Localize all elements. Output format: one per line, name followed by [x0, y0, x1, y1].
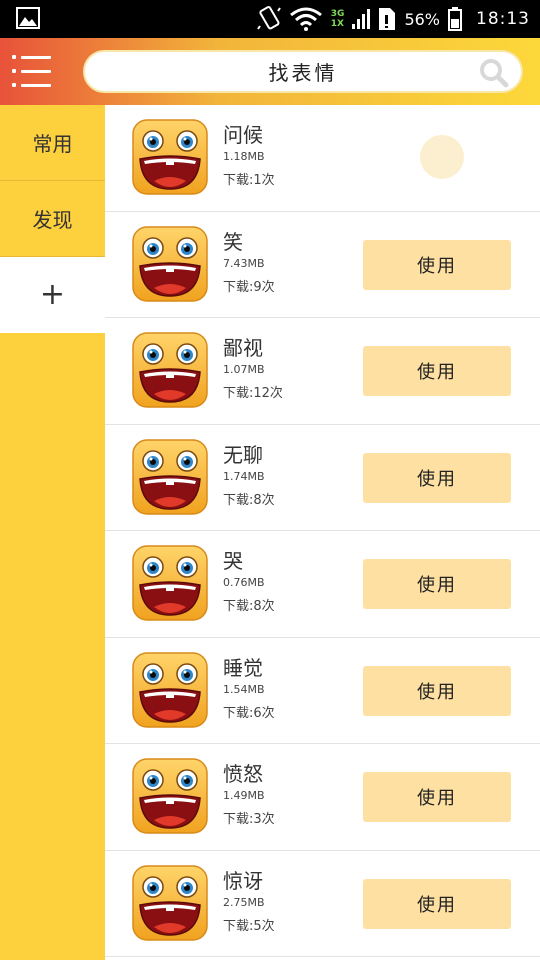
status-icons: 3G 1X 56% 18:13 — [256, 0, 530, 38]
emoji-face-icon — [132, 758, 208, 834]
menu-icon-line — [12, 83, 56, 87]
list-item[interactable]: 鄙视 1.07MB 下载:12次 使用 — [105, 318, 540, 425]
sim-icon — [379, 8, 396, 30]
use-button[interactable]: 使用 — [363, 346, 511, 396]
search-box[interactable]: 找表情 — [83, 50, 523, 93]
item-downloads: 下载:12次 — [223, 386, 283, 401]
emoji-face-icon — [132, 119, 208, 195]
item-size: 1.74MB — [223, 469, 265, 483]
plus-icon: + — [39, 277, 66, 312]
emoji-pack-list: 问候 1.18MB 下载:1次 笑 7.43MB 下载:9次 使用 鄙视 1.0… — [105, 105, 540, 960]
emoji-face-icon — [132, 226, 208, 302]
battery-icon — [448, 7, 462, 31]
network-type-1x: 1X — [330, 19, 344, 29]
item-name: 无聊 — [223, 442, 263, 467]
loading-indicator — [420, 135, 464, 179]
network-type: 3G 1X — [331, 9, 345, 29]
wifi-icon — [289, 7, 322, 31]
menu-icon-line — [12, 55, 56, 59]
list-item[interactable]: 问候 1.18MB 下载:1次 — [105, 105, 540, 212]
list-item[interactable]: 惊讶 2.75MB 下载:5次 使用 — [105, 851, 540, 957]
emoji-face-icon — [132, 545, 208, 621]
item-name: 笑 — [223, 229, 243, 254]
gallery-icon — [16, 7, 40, 29]
signal-icon — [352, 9, 371, 29]
item-name: 鄙视 — [223, 336, 263, 360]
use-button[interactable]: 使用 — [363, 878, 511, 929]
item-downloads: 下载:8次 — [223, 599, 275, 614]
list-item[interactable]: 愤怒 1.49MB 下载:3次 使用 — [105, 744, 540, 851]
search-label: 找表情 — [268, 61, 338, 85]
item-name: 惊讶 — [223, 868, 263, 893]
item-size: 2.75MB — [223, 895, 265, 909]
list-item[interactable]: 笑 7.43MB 下载:9次 使用 — [105, 212, 540, 318]
item-name: 哭 — [223, 549, 243, 573]
menu-icon-line — [12, 69, 56, 73]
use-button[interactable]: 使用 — [363, 772, 511, 822]
item-size: 1.07MB — [223, 363, 265, 376]
search-icon[interactable] — [479, 58, 509, 88]
emoji-face-icon — [132, 865, 208, 941]
item-downloads: 下载:3次 — [223, 812, 275, 827]
item-name: 睡觉 — [223, 655, 263, 680]
item-size: 1.18MB — [223, 150, 265, 163]
item-downloads: 下载:8次 — [223, 492, 275, 508]
list-item[interactable]: 哭 0.76MB 下载:8次 使用 — [105, 531, 540, 638]
sidebar-item-label: 常用 — [32, 132, 73, 156]
app-header: 找表情 — [0, 38, 540, 105]
item-size: 1.49MB — [223, 789, 265, 802]
item-name: 问候 — [223, 123, 263, 147]
add-category-button[interactable]: + — [0, 257, 105, 333]
item-size: 0.76MB — [223, 576, 265, 589]
emoji-face-icon — [132, 332, 208, 408]
use-button[interactable]: 使用 — [363, 239, 511, 290]
item-name: 愤怒 — [223, 762, 263, 786]
item-downloads: 下载:6次 — [223, 705, 275, 721]
item-size: 7.43MB — [223, 256, 265, 270]
emoji-face-icon — [132, 439, 208, 515]
battery-percent: 56% — [404, 9, 440, 29]
sidebar-item-common[interactable]: 常用 — [0, 105, 105, 181]
use-button[interactable]: 使用 — [363, 665, 511, 716]
item-downloads: 下载:9次 — [223, 279, 275, 295]
network-type-3g: 3G — [330, 9, 345, 19]
item-downloads: 下载:5次 — [223, 918, 275, 934]
list-item[interactable]: 无聊 1.74MB 下载:8次 使用 — [105, 425, 540, 531]
list-item[interactable]: 睡觉 1.54MB 下载:6次 使用 — [105, 638, 540, 744]
status-bar: 3G 1X 56% 18:13 — [0, 0, 540, 38]
sidebar-item-discover[interactable]: 发现 — [0, 181, 105, 257]
emoji-face-icon — [132, 652, 208, 728]
sidebar: 常用 发现 + — [0, 105, 105, 960]
sidebar-item-label: 发现 — [32, 208, 73, 232]
clock: 18:13 — [476, 9, 530, 29]
item-downloads: 下载:1次 — [223, 173, 275, 188]
use-button[interactable]: 使用 — [363, 452, 511, 503]
use-button[interactable]: 使用 — [363, 559, 511, 609]
menu-button[interactable] — [12, 50, 56, 92]
vibrate-icon — [256, 6, 281, 30]
item-size: 1.54MB — [223, 682, 265, 696]
